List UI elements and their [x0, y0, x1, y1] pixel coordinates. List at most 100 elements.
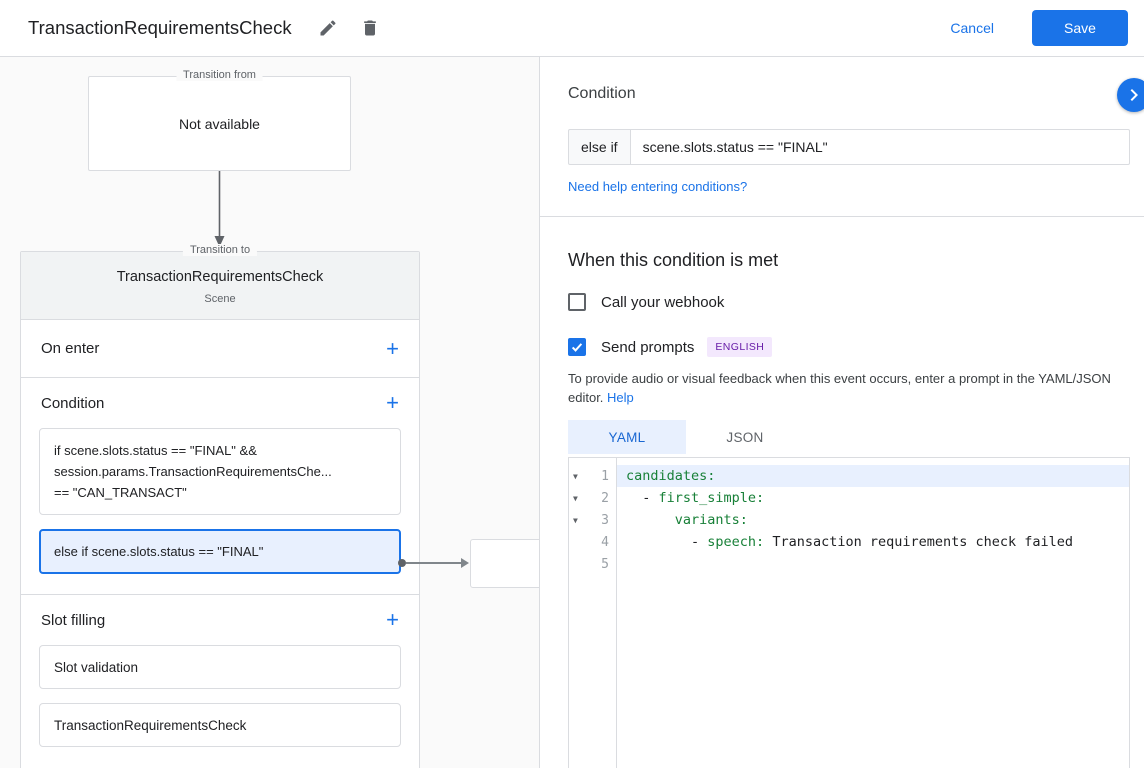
editor-lines: ▼1candidates:▼2 - first_simple:▼3 varian… — [569, 458, 1129, 575]
trash-icon — [360, 18, 380, 38]
on-enter-label: On enter — [41, 340, 99, 357]
editor-line[interactable]: 4 - speech: Transaction requirements che… — [569, 531, 1129, 553]
topbar-left: TransactionRequirementsCheck — [28, 12, 386, 44]
yaml-key: candidates: — [626, 468, 715, 484]
connector-dot — [398, 559, 406, 567]
line-number: 2 — [585, 491, 617, 506]
condition-editor-row: else if — [568, 129, 1130, 165]
yaml-editor[interactable]: ▼1candidates:▼2 - first_simple:▼3 varian… — [568, 457, 1130, 768]
send-prompts-row: Send prompts ENGLISH — [568, 337, 1130, 357]
line-number: 3 — [585, 513, 617, 528]
editor-line[interactable]: ▼1 candidates: — [569, 465, 1129, 487]
condition-prefix: else if — [568, 129, 631, 165]
condition-panel: Condition else if Need help entering con… — [540, 57, 1144, 768]
editor-gutter: 4 — [569, 531, 617, 553]
conditions-help-link[interactable]: Need help entering conditions? — [568, 179, 747, 194]
yaml-key: first_simple: — [659, 490, 765, 506]
code-line: variants: — [617, 509, 1129, 531]
line-number: 5 — [585, 557, 617, 572]
transition-from-node[interactable]: Transition from Not available — [88, 76, 351, 171]
connector-line — [406, 562, 463, 564]
scene-canvas: Transition from Not available Transition… — [0, 57, 540, 768]
editor-tabs: YAMLJSON — [568, 420, 1130, 454]
topbar: TransactionRequirementsCheck Cancel Save — [0, 0, 1144, 57]
when-met-title: When this condition is met — [568, 250, 1130, 271]
add-on-enter-button[interactable]: + — [386, 338, 399, 360]
transition-from-label: Transition from — [176, 69, 263, 81]
save-button[interactable]: Save — [1032, 10, 1128, 46]
prompts-help-link[interactable]: Help — [607, 390, 634, 405]
yaml-text: Transaction requirements check failed — [764, 534, 1073, 550]
yaml-text — [626, 512, 675, 528]
tab-yaml[interactable]: YAML — [568, 420, 686, 454]
slot-filling-section-label: Slot filling — [41, 612, 105, 629]
panel-title: Condition — [568, 85, 1130, 103]
chevron-right-icon — [1122, 83, 1144, 107]
editor-line[interactable]: 5 — [569, 553, 1129, 575]
slot-filling-section-head: Slot filling + — [21, 595, 419, 645]
check-icon — [570, 340, 584, 354]
scene-card: Transition to TransactionRequirementsChe… — [20, 251, 420, 768]
transition-target-node[interactable] — [470, 539, 540, 588]
condition-section: Condition + if scene.slots.status == "FI… — [21, 378, 419, 595]
cancel-button[interactable]: Cancel — [934, 12, 1010, 44]
prompts-description-text: To provide audio or visual feedback when… — [568, 371, 1111, 405]
code-line: - first_simple: — [617, 487, 1129, 509]
line-number: 4 — [585, 535, 617, 550]
transition-from-value: Not available — [179, 116, 260, 132]
condition-input[interactable] — [630, 129, 1130, 165]
editor-line[interactable]: ▼3 variants: — [569, 509, 1129, 531]
editor-gutter: 5 — [569, 553, 617, 575]
condition-item-line: == "CAN_TRANSACT" — [54, 482, 386, 503]
editor-gutter: ▼3 — [569, 509, 617, 531]
scene-header[interactable]: TransactionRequirementsCheck Scene — [21, 252, 419, 320]
webhook-label: Call your webhook — [601, 294, 724, 311]
scene-subtitle: Scene — [37, 293, 403, 305]
slot-filling-item[interactable]: Slot validation — [39, 645, 401, 689]
language-badge: ENGLISH — [707, 337, 772, 357]
tab-json[interactable]: JSON — [686, 420, 804, 454]
send-prompts-label: Send prompts — [601, 339, 694, 356]
send-prompts-checkbox[interactable] — [568, 338, 586, 356]
webhook-checkbox[interactable] — [568, 293, 586, 311]
page-title: TransactionRequirementsCheck — [28, 17, 292, 39]
slot-filling-item[interactable]: TransactionRequirementsCheck — [39, 703, 401, 747]
pencil-icon — [318, 18, 338, 38]
fold-arrow-icon[interactable]: ▼ — [569, 494, 585, 503]
transition-arrow-down — [211, 171, 228, 249]
main: Transition from Not available Transition… — [0, 57, 1144, 768]
condition-items: if scene.slots.status == "FINAL" &&sessi… — [21, 428, 419, 574]
condition-item[interactable]: if scene.slots.status == "FINAL" &&sessi… — [39, 428, 401, 515]
fold-arrow-icon[interactable]: ▼ — [569, 472, 585, 481]
add-slot-filling-button[interactable]: + — [386, 609, 399, 631]
on-enter-row[interactable]: On enter + — [21, 320, 419, 378]
code-line — [617, 553, 1129, 575]
delete-scene-button[interactable] — [354, 12, 386, 44]
scene-title: TransactionRequirementsCheck — [37, 269, 403, 285]
panel-body: When this condition is met Call your web… — [540, 217, 1144, 768]
fold-arrow-icon[interactable]: ▼ — [569, 516, 585, 525]
yaml-key: speech: — [707, 534, 764, 550]
condition-section-label: Condition — [41, 395, 104, 412]
code-line: - speech: Transaction requirements check… — [617, 531, 1129, 553]
topbar-right: Cancel Save — [934, 10, 1128, 46]
add-condition-button[interactable]: + — [386, 392, 399, 414]
edit-title-button[interactable] — [312, 12, 344, 44]
condition-item-selected[interactable]: else if scene.slots.status == "FINAL" — [39, 529, 401, 574]
slot-filling-items: Slot validation TransactionRequirementsCh… — [21, 645, 419, 747]
yaml-key: variants: — [675, 512, 748, 528]
panel-top: Condition else if Need help entering con… — [540, 57, 1144, 196]
editor-gutter: ▼2 — [569, 487, 617, 509]
connector-arrowhead-icon — [461, 558, 469, 568]
editor-gutter: ▼1 — [569, 465, 617, 487]
condition-item-line: session.params.TransactionRequirementsCh… — [54, 461, 386, 482]
condition-item-line: if scene.slots.status == "FINAL" && — [54, 440, 386, 461]
webhook-row: Call your webhook — [568, 293, 1130, 311]
code-line: candidates: — [617, 465, 1129, 487]
slot-filling-section: Slot filling + Slot validation Transactio… — [21, 595, 419, 747]
prompts-description: To provide audio or visual feedback when… — [568, 369, 1130, 407]
yaml-text: - — [626, 490, 659, 506]
collapse-panel-button[interactable] — [1117, 78, 1144, 112]
editor-line[interactable]: ▼2 - first_simple: — [569, 487, 1129, 509]
line-number: 1 — [585, 469, 617, 484]
